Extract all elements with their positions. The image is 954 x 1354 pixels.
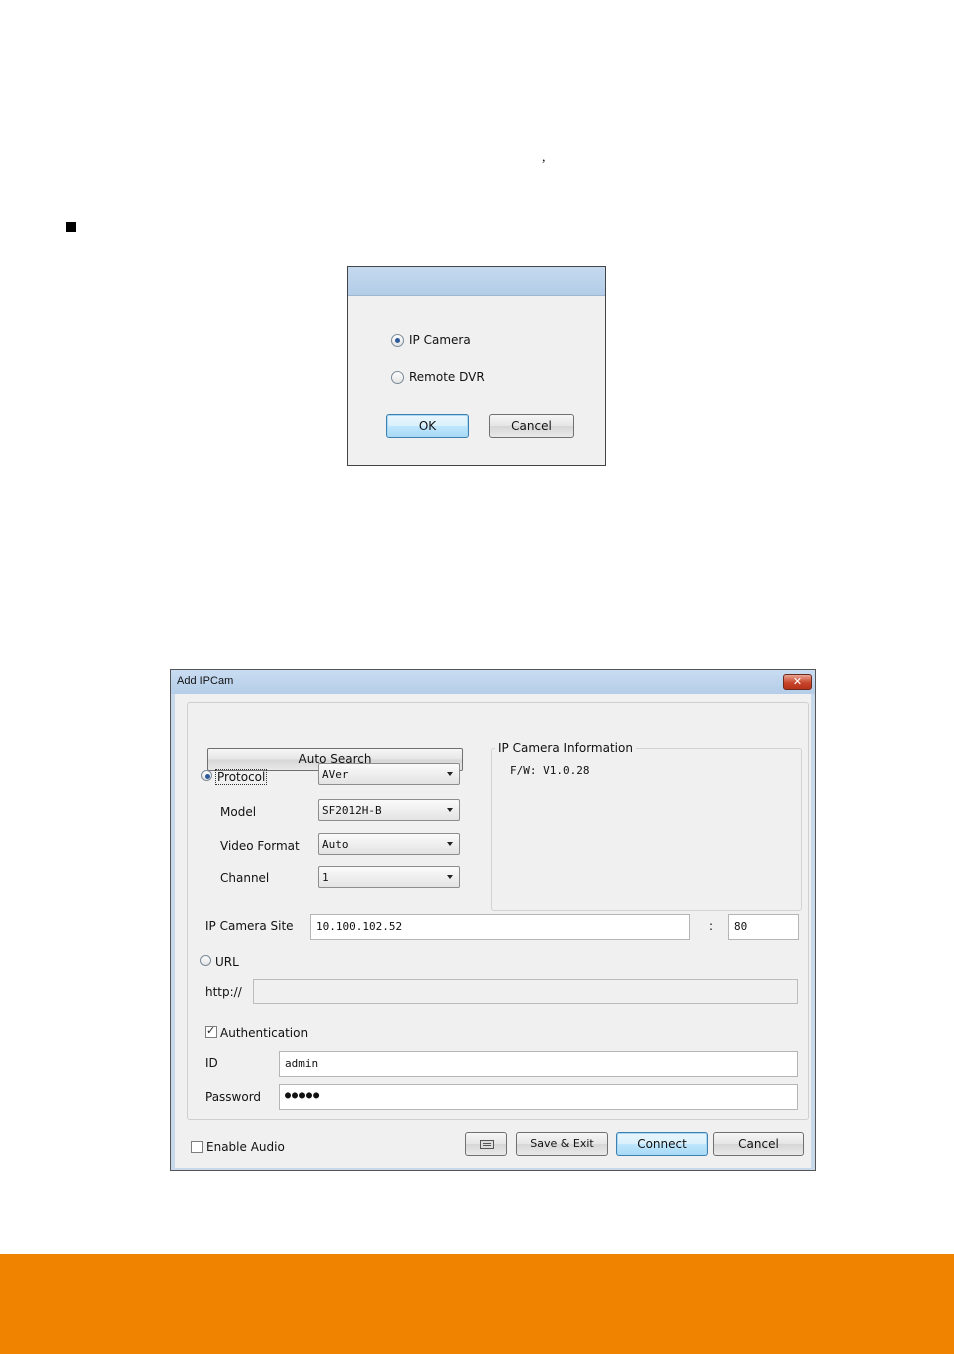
save-exit-button[interactable]: Save & Exit	[516, 1132, 608, 1156]
keyboard-icon	[480, 1140, 494, 1149]
id-label: ID	[205, 1056, 218, 1070]
authentication-label: Authentication	[220, 1026, 309, 1040]
enable-audio-checkbox[interactable]	[191, 1141, 203, 1153]
ip-address-input[interactable]: 10.100.102.52	[310, 914, 690, 940]
video-format-label: Video Format	[220, 839, 300, 853]
enable-audio-label: Enable Audio	[206, 1140, 285, 1154]
protocol-label: Protocol	[215, 769, 268, 785]
protocol-radio[interactable]	[201, 770, 212, 781]
keyboard-button[interactable]	[465, 1132, 507, 1156]
cancel-button[interactable]: Cancel	[713, 1132, 804, 1156]
password-value: ●●●●●	[285, 1090, 321, 1101]
port-input[interactable]: 80	[728, 914, 799, 940]
add-ipcam-dialog: Add IPCam ✕ Auto Search Protocol AVer Mo…	[170, 669, 816, 1171]
channel-value: 1	[322, 871, 329, 884]
model-select[interactable]: SF2012H-B	[318, 799, 460, 821]
password-label: Password	[205, 1090, 262, 1104]
dialog-title: Add IPCam	[177, 675, 234, 687]
remote-dvr-radio[interactable]	[391, 371, 404, 384]
bullet-square-icon	[66, 222, 76, 232]
channel-label: Channel	[220, 871, 270, 885]
id-value: admin	[285, 1057, 319, 1070]
authentication-checkbox[interactable]	[205, 1024, 217, 1038]
ip-camera-site-label: IP Camera Site	[205, 919, 294, 933]
url-label: URL	[215, 955, 239, 969]
http-prefix-label: http://	[205, 985, 242, 999]
ip-camera-radio[interactable]	[391, 334, 404, 347]
remote-dvr-label: Remote DVR	[409, 370, 485, 384]
ip-camera-label: IP Camera	[409, 333, 471, 347]
model-value: SF2012H-B	[322, 804, 382, 817]
chevron-down-icon	[447, 772, 453, 776]
chevron-down-icon	[447, 808, 453, 812]
url-input[interactable]	[253, 979, 798, 1004]
dialog-client-area: Auto Search Protocol AVer Model SF2012H-…	[175, 694, 811, 1168]
ip-address-value: 10.100.102.52	[316, 920, 403, 933]
close-icon[interactable]: ✕	[783, 674, 812, 690]
url-radio[interactable]	[200, 955, 211, 966]
video-format-value: Auto	[322, 838, 349, 851]
channel-select[interactable]: 1	[318, 866, 460, 888]
chevron-down-icon	[447, 875, 453, 879]
dialog-titlebar	[348, 267, 605, 296]
device-type-dialog: IP Camera Remote DVR OK Cancel	[347, 266, 606, 466]
ok-button[interactable]: OK	[386, 414, 469, 438]
password-input[interactable]: ●●●●●	[279, 1084, 798, 1110]
port-value: 80	[734, 920, 748, 933]
cancel-button[interactable]: Cancel	[489, 414, 574, 438]
protocol-value: AVer	[322, 768, 349, 781]
ip-camera-info-label: IP Camera Information	[495, 741, 636, 755]
model-label: Model	[220, 805, 257, 819]
protocol-select[interactable]: AVer	[318, 763, 460, 785]
id-input[interactable]: admin	[279, 1051, 798, 1077]
firmware-version: F/W: V1.0.28	[510, 764, 590, 777]
footer-band	[0, 1254, 954, 1354]
dialog-titlebar: Add IPCam ✕	[171, 670, 815, 694]
chevron-down-icon	[447, 842, 453, 846]
stray-comma: ,	[542, 150, 546, 165]
video-format-select[interactable]: Auto	[318, 833, 460, 855]
connect-button[interactable]: Connect	[616, 1132, 708, 1156]
port-separator: :	[709, 919, 714, 933]
